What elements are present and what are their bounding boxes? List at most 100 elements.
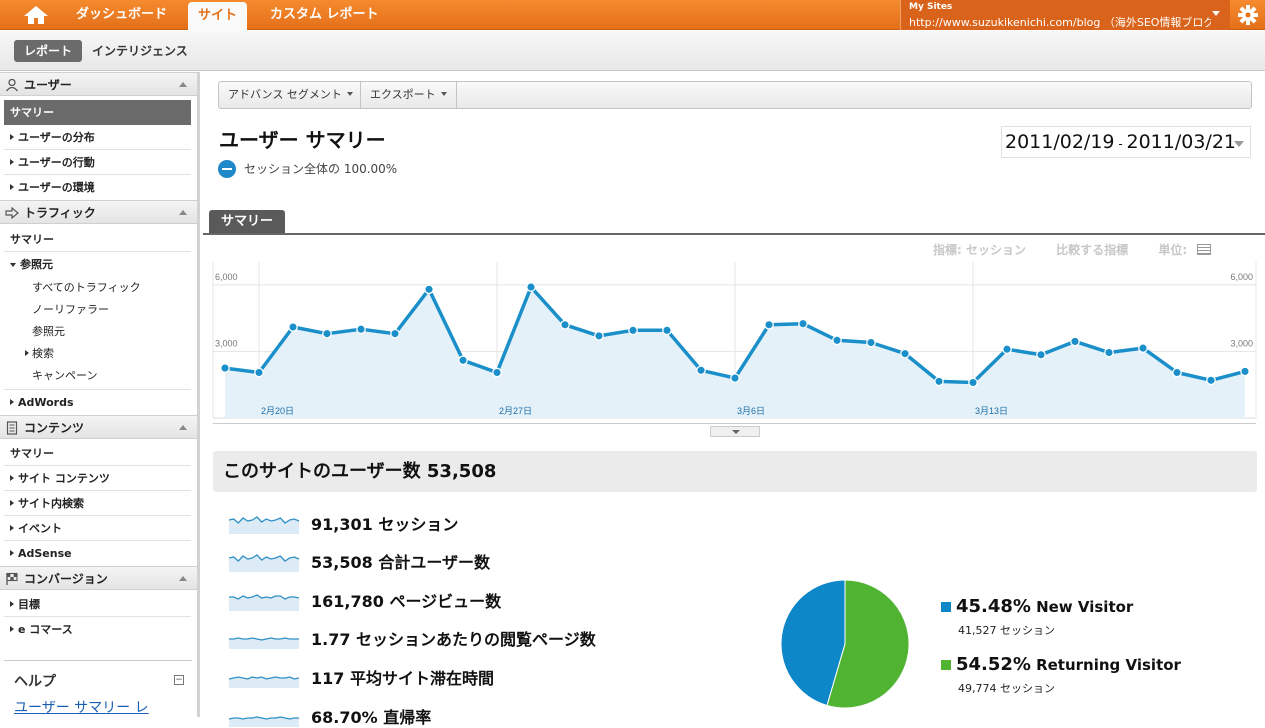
stat-text: 1.77 セッションあたりの閲覧ページ数 xyxy=(311,630,596,649)
chart-point[interactable] xyxy=(1002,344,1012,355)
report-toolbar: アドバンス セグメント エクスポート xyxy=(218,81,1252,109)
collapse-icon[interactable] xyxy=(179,576,187,581)
sidebar-item-content-summary[interactable]: サマリー xyxy=(4,441,191,466)
collapse-icon[interactable] xyxy=(179,82,187,87)
stat-text: 68.70% 直帰率 xyxy=(311,708,432,727)
sidebar-item-users-distribution[interactable]: ユーザーの分布 xyxy=(4,125,191,150)
chart-point[interactable] xyxy=(288,322,298,332)
sidebar-subitem-referrers[interactable]: 参照元 xyxy=(0,321,197,343)
x-tick-label: 3月13日 xyxy=(975,406,1008,416)
chart-point[interactable] xyxy=(356,324,366,335)
sidebar-subitem-all-traffic[interactable]: すべてのトラフィック xyxy=(0,277,197,299)
sidebar-item-label: イベント xyxy=(18,522,62,535)
user-icon xyxy=(5,78,19,92)
chart-point[interactable] xyxy=(628,325,638,336)
sidebar-item-users-summary[interactable]: サマリー xyxy=(4,100,191,125)
sidebar-item-goals[interactable]: 目標 xyxy=(4,592,191,617)
y-tick-label-right: 3,000 xyxy=(1230,338,1253,348)
sidebar-item-referrals[interactable]: 参照元 xyxy=(4,252,191,277)
sidebar-item-events[interactable]: イベント xyxy=(4,516,191,541)
sidebar-subitem-direct[interactable]: ノーリファラー xyxy=(0,299,197,321)
help-link[interactable]: ユーザー サマリー レ xyxy=(14,697,149,717)
home-icon[interactable] xyxy=(22,4,50,26)
chart-point[interactable] xyxy=(424,284,434,295)
sidebar-item-adsense[interactable]: AdSense xyxy=(4,541,191,566)
sidebar-item-adwords[interactable]: AdWords xyxy=(4,390,191,415)
sidebar-item-label: サイト内検索 xyxy=(18,497,84,510)
gear-icon[interactable] xyxy=(1237,4,1259,26)
advanced-segment-button[interactable]: アドバンス セグメント xyxy=(219,82,361,108)
section-users[interactable]: ユーザー xyxy=(0,72,197,96)
chart-point[interactable] xyxy=(662,325,672,336)
segment-pie-icon xyxy=(218,160,236,178)
section-traffic[interactable]: トラフィック xyxy=(0,200,197,224)
chart-point[interactable] xyxy=(1104,347,1114,358)
chart-collapse-toggle[interactable] xyxy=(710,426,760,437)
chart-point[interactable] xyxy=(798,318,808,329)
chart-point[interactable] xyxy=(1172,367,1182,378)
chart-point[interactable] xyxy=(390,328,400,339)
chart-point[interactable] xyxy=(1070,336,1080,347)
date-separator: - xyxy=(1114,137,1127,151)
report-button[interactable]: レポート xyxy=(14,40,83,62)
sidebar: ユーザー サマリー ユーザーの分布 ユーザーの行動 ユーザーの環境 トラフィック… xyxy=(0,72,200,717)
site-selector[interactable]: My Sites http://www.suzukikenichi.com/bl… xyxy=(900,0,1230,30)
sidebar-item-traffic-summary[interactable]: サマリー xyxy=(4,227,191,252)
sub-navigation: レポート インテリジェンス xyxy=(0,31,1265,71)
expand-icon xyxy=(10,184,14,190)
chart-point[interactable] xyxy=(492,367,502,378)
chart-point[interactable] xyxy=(1036,349,1046,360)
legend-swatch xyxy=(941,660,951,670)
intelligence-link[interactable]: インテリジェンス xyxy=(92,42,188,59)
tab-site[interactable]: サイト xyxy=(188,2,248,31)
expand-icon xyxy=(25,350,29,356)
chart-point[interactable] xyxy=(1206,375,1216,386)
chart-point[interactable] xyxy=(696,365,706,376)
expand-icon xyxy=(10,134,14,140)
legend-sessions: 41,527 セッション xyxy=(958,624,1055,637)
tab-custom-report[interactable]: カスタム レポート xyxy=(270,0,379,30)
chart-point[interactable] xyxy=(526,282,536,292)
sidebar-item-ecommerce[interactable]: e コマース xyxy=(4,617,191,642)
chart-point[interactable] xyxy=(458,355,468,366)
sidebar-item-site-search[interactable]: サイト内検索 xyxy=(4,491,191,516)
sidebar-subitem-search[interactable]: 検索 xyxy=(0,343,197,365)
section-title: コンバージョン xyxy=(24,572,108,586)
expand-icon xyxy=(10,525,14,531)
chart-point[interactable] xyxy=(934,376,944,387)
legend-returning-visitor: 54.52% Returning Visitor 49,774 セッション xyxy=(941,654,1181,695)
chart-point[interactable] xyxy=(560,319,570,330)
tab-dashboard[interactable]: ダッシュボード xyxy=(76,0,167,30)
tab-summary[interactable]: サマリー xyxy=(209,210,286,233)
chart-point[interactable] xyxy=(866,337,876,348)
segment-text: セッション全体の 100.00% xyxy=(244,162,398,176)
y-tick-label-right: 6,000 xyxy=(1230,272,1253,282)
chart-point[interactable] xyxy=(832,335,842,346)
chart-point[interactable] xyxy=(594,331,604,341)
section-conversion[interactable]: コンバージョン xyxy=(0,566,197,590)
chart-point[interactable] xyxy=(1138,343,1148,353)
collapse-help-icon[interactable]: − xyxy=(174,675,184,685)
chart-point[interactable] xyxy=(968,377,978,388)
users-summary-heading: このサイトのユーザー数 53,508 xyxy=(213,451,1257,492)
sidebar-item-users-environment[interactable]: ユーザーの環境 xyxy=(4,175,191,200)
flag-icon xyxy=(6,572,18,585)
collapse-icon[interactable] xyxy=(179,425,187,430)
sidebar-subitem-campaigns[interactable]: キャンペーン xyxy=(0,365,197,387)
sidebar-item-site-content[interactable]: サイト コンテンツ xyxy=(4,466,191,491)
page-title: ユーザー サマリー xyxy=(219,128,386,152)
chart-point[interactable] xyxy=(764,319,774,330)
chart-point[interactable] xyxy=(1240,366,1250,377)
date-range-picker[interactable]: 2011/02/19 - 2011/03/21 xyxy=(1001,126,1251,158)
legend-name: New Visitor xyxy=(1036,598,1134,616)
chart-point[interactable] xyxy=(220,363,230,373)
chart-point[interactable] xyxy=(322,328,332,339)
sidebar-item-users-behavior[interactable]: ユーザーの行動 xyxy=(4,150,191,175)
legend-swatch xyxy=(941,602,951,612)
collapse-icon[interactable] xyxy=(179,210,187,215)
export-button[interactable]: エクスポート xyxy=(361,82,457,108)
chart-point[interactable] xyxy=(254,367,264,378)
section-content[interactable]: コンテンツ xyxy=(0,415,197,439)
chart-point[interactable] xyxy=(730,373,740,383)
chart-point[interactable] xyxy=(900,348,910,359)
